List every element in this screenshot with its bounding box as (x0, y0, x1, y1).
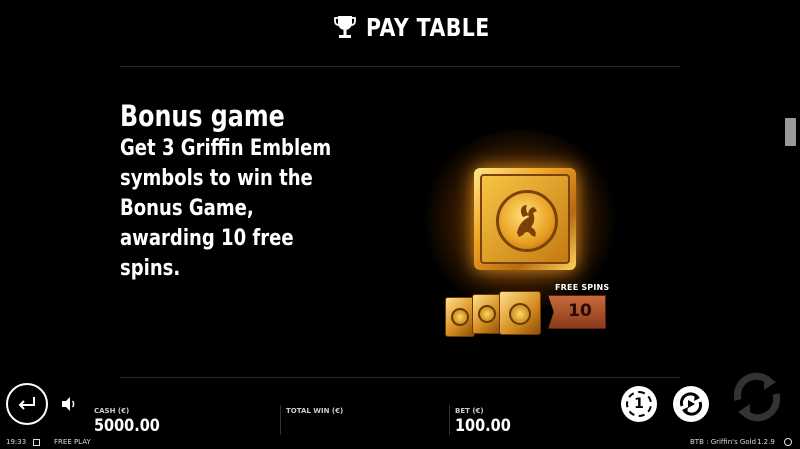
game-name-text: BTB : Griffin's Gold (690, 438, 757, 446)
mode-text: FREE PLAY (54, 438, 91, 446)
menu-icon[interactable] (33, 439, 40, 446)
bet-value: 100.00 (455, 416, 511, 436)
back-button[interactable] (6, 383, 48, 425)
coin-value: 1 (634, 396, 644, 412)
mini-emblem-1 (445, 297, 475, 337)
speaker-icon[interactable] (60, 395, 78, 413)
coin-value-button[interactable]: 1 (621, 386, 657, 422)
free-spins-badge: 10 (548, 295, 606, 329)
top-divider (120, 66, 680, 67)
cash-value: 5000.00 (94, 416, 160, 436)
griffin-icon (517, 205, 537, 237)
status-bar: 19:33 FREE PLAY BTB : Griffin's Gold 1.2… (0, 436, 800, 449)
griffin-medal (496, 190, 558, 252)
mini-medal-icon (509, 303, 531, 325)
cash-label: CASH (€) (94, 407, 130, 415)
trophy-icon (334, 16, 356, 38)
total-win-label: TOTAL WIN (€) (286, 407, 344, 415)
settings-icon[interactable] (784, 438, 792, 446)
total-win-display: TOTAL WIN (€) (286, 407, 343, 416)
griffin-emblem-symbol (474, 168, 576, 270)
coin-icon: 1 (626, 391, 652, 417)
stat-separator (280, 405, 281, 435)
header-title-group: PAY TABLE (334, 12, 517, 42)
bonus-description-block: Bonus game Get 3 Griffin Emblem symbols … (120, 98, 380, 284)
section-description: Get 3 Griffin Emblem symbols to win the … (120, 136, 332, 281)
mini-emblem-2 (472, 294, 502, 334)
autoplay-icon (679, 392, 703, 416)
mini-medal-icon (451, 308, 469, 326)
clock-text: 19:33 (6, 438, 27, 446)
version-text: 1.2.9 (757, 438, 775, 446)
free-spins-label: FREE SPINS (555, 283, 610, 292)
mini-emblem-3 (499, 291, 541, 335)
page-title: PAY TABLE (366, 12, 490, 42)
scrollbar-thumb[interactable] (785, 118, 796, 146)
mini-medal-icon (478, 305, 496, 323)
free-spins-count: 10 (568, 301, 592, 321)
bet-display: BET (€) 100.00 (455, 407, 521, 436)
stat-separator (449, 405, 450, 435)
spin-button[interactable] (728, 368, 786, 426)
cash-display: CASH (€) 5000.00 (94, 407, 171, 436)
header: PAY TABLE (0, 0, 800, 56)
emblem-frame (480, 174, 570, 264)
return-arrow-icon (18, 397, 35, 410)
autoplay-button[interactable] (673, 386, 709, 422)
bet-label: BET (€) (455, 407, 484, 415)
section-heading: Bonus game (120, 99, 285, 133)
